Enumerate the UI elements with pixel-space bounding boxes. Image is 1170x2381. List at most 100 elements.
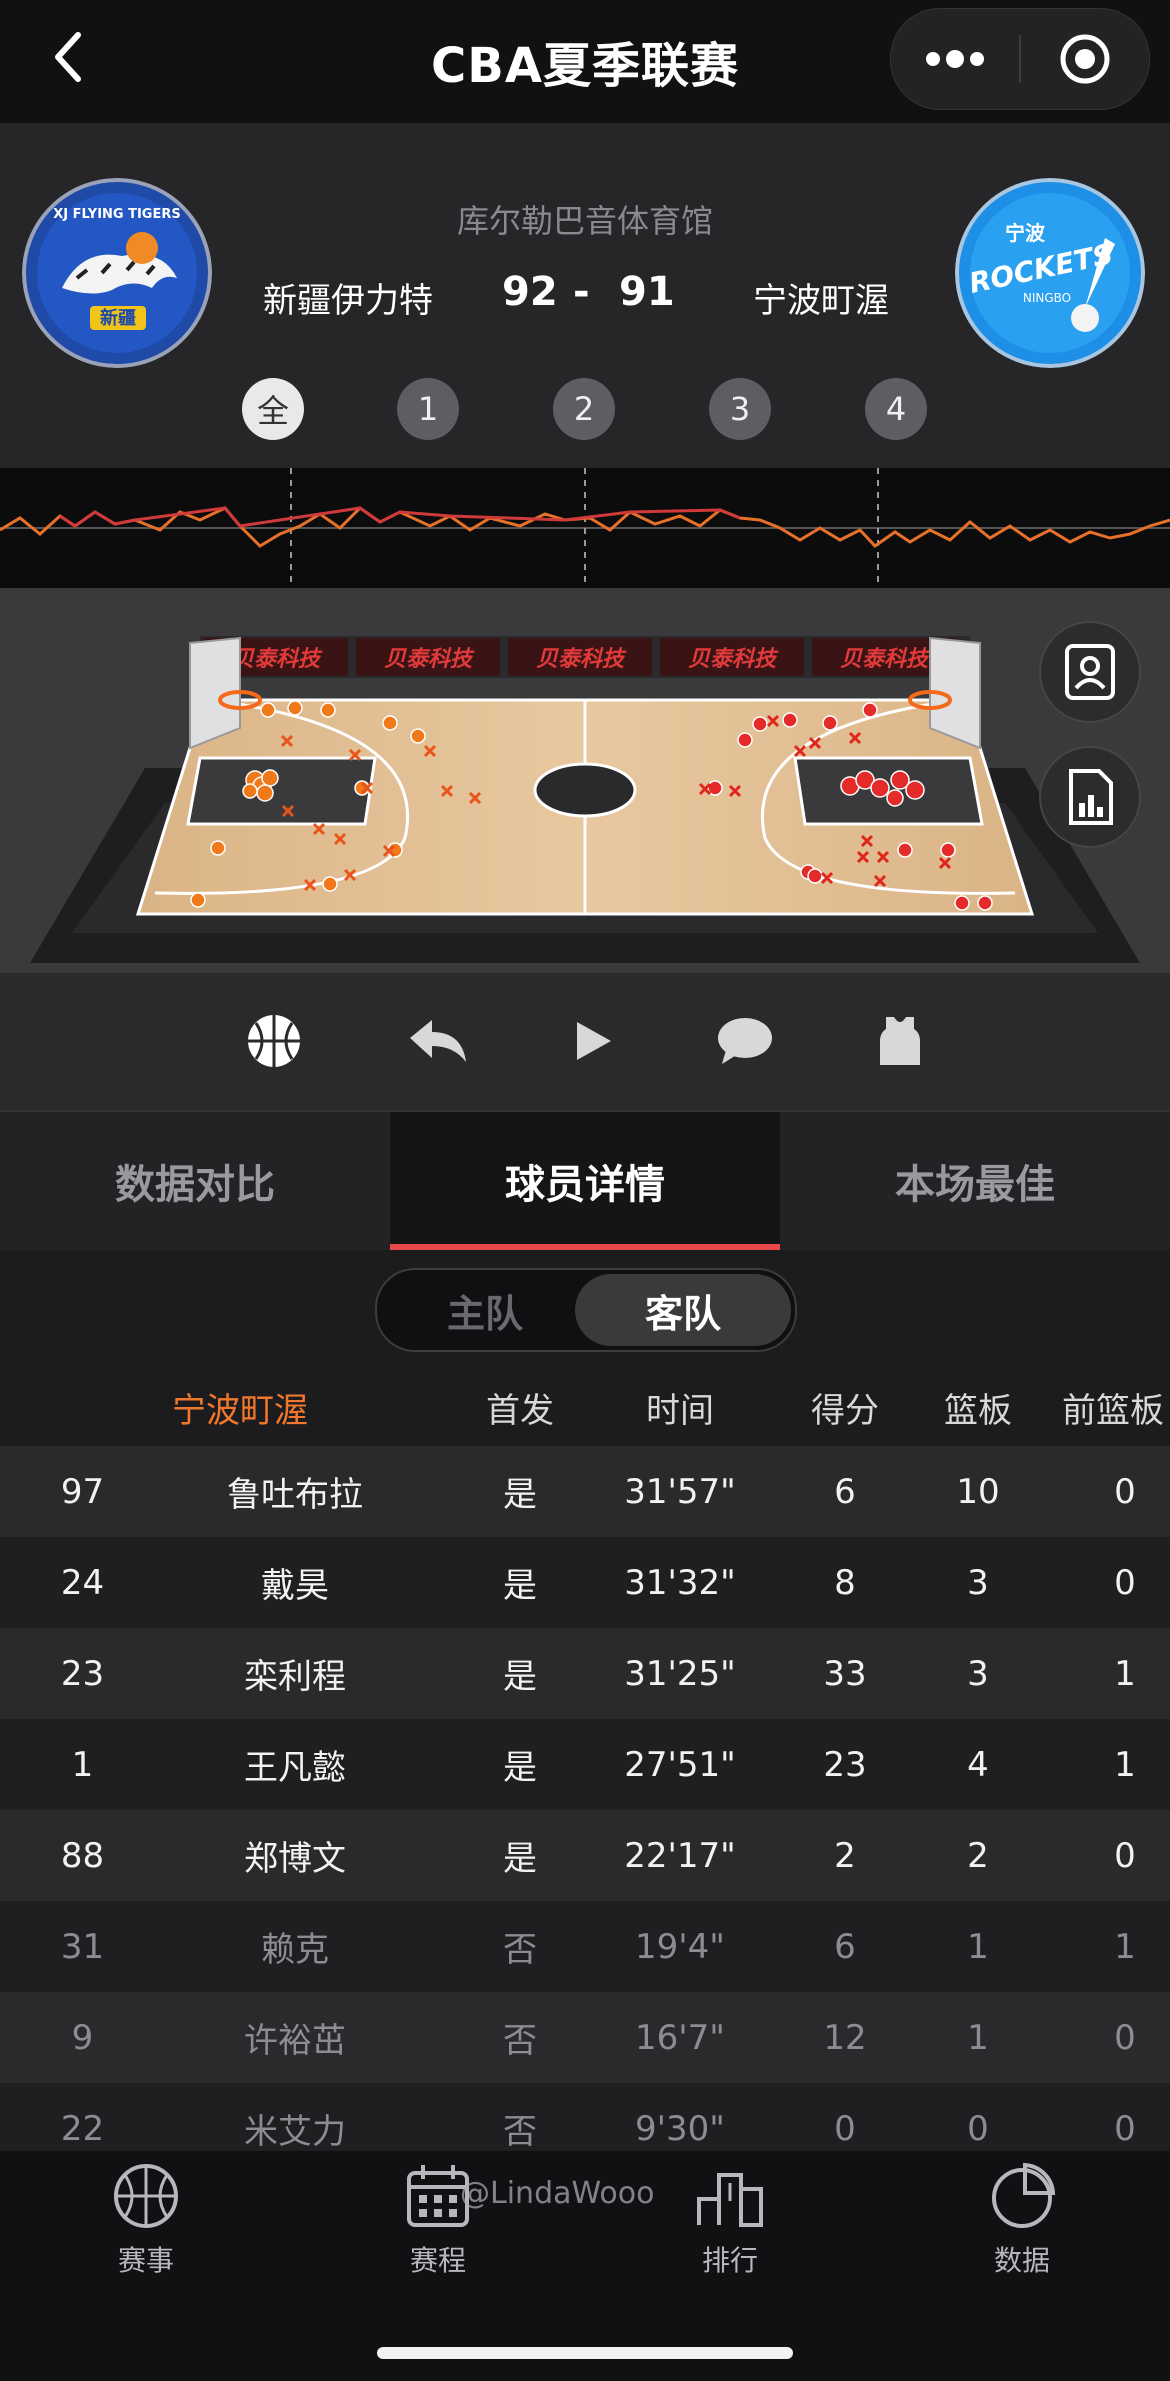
jersey-button[interactable] <box>862 1003 938 1079</box>
player-starter: 是 <box>503 1475 537 1515</box>
player-rebounds: 3 <box>967 1562 989 1603</box>
player-time: 31'32" <box>624 1562 736 1603</box>
sponsor-board-2: 贝泰科技 <box>384 647 475 672</box>
player-points: 12 <box>823 2017 867 2058</box>
svg-text:新疆: 新疆 <box>100 307 136 329</box>
player-offensive-rebounds: 1 <box>1114 1653 1136 1694</box>
comment-button[interactable] <box>707 1003 783 1079</box>
play-icon <box>577 1022 611 1060</box>
player-name: 戴昊 <box>261 1566 329 1606</box>
header-time: 时间 <box>646 1390 714 1431</box>
player-name: 许裕茁 <box>244 2021 346 2061</box>
player-name: 鲁吐布拉 <box>227 1475 363 1515</box>
close-program-button[interactable] <box>1021 9 1149 109</box>
player-time: 19'4" <box>635 1926 725 1967</box>
player-rebounds: 0 <box>967 2108 989 2149</box>
table-row[interactable]: 9 许裕茁 否 16'7" 12 1 0 <box>0 1992 1170 2083</box>
shot-chart-court: 贝泰科技 贝泰科技 贝泰科技 贝泰科技 贝泰科技 <box>0 588 1170 973</box>
player-offensive-rebounds: 0 <box>1114 2108 1136 2149</box>
top-navigation-bar: CBA夏季联赛 <box>0 0 1170 123</box>
play-button[interactable] <box>555 1003 631 1079</box>
player-points: 0 <box>834 2108 856 2149</box>
player-number: 22 <box>60 2108 105 2149</box>
team-switch-area: 主队 客队 <box>0 1250 1170 1368</box>
header-rebounds: 篮板 <box>944 1390 1012 1431</box>
player-card-button[interactable] <box>1039 621 1141 723</box>
home-indicator[interactable] <box>377 2347 793 2359</box>
player-card-icon <box>1065 644 1115 700</box>
player-time: 16'7" <box>635 2017 725 2058</box>
player-table-body: 97 鲁吐布拉 是 31'57" 6 10 0 24 戴昊 是 31'32" 8… <box>0 1446 1170 2151</box>
svg-text:NINGBO: NINGBO <box>1023 291 1071 305</box>
player-starter: 是 <box>503 1839 537 1879</box>
nav-item-events[interactable]: 赛事 <box>0 2161 292 2311</box>
nav-label-schedule: 赛程 <box>409 2244 466 2277</box>
away-team-logo[interactable]: 宁波 ROCKETS NINGBO <box>955 178 1145 368</box>
basketball-icon <box>248 1015 300 1067</box>
mini-program-capsule <box>890 8 1150 110</box>
player-rebounds: 1 <box>967 2017 989 2058</box>
table-row[interactable]: 24 戴昊 是 31'32" 8 3 0 <box>0 1537 1170 1628</box>
table-row[interactable]: 97 鲁吐布拉 是 31'57" 6 10 0 <box>0 1446 1170 1537</box>
away-team-name: 宁波町渥 <box>753 281 889 321</box>
rockets-logo-icon: 宁波 ROCKETS NINGBO <box>955 178 1145 368</box>
table-row[interactable]: 88 郑博文 是 22'17" 2 2 0 <box>0 1810 1170 1901</box>
player-number: 97 <box>60 1471 105 1512</box>
player-rebounds: 4 <box>967 1744 989 1785</box>
undo-icon <box>410 1020 466 1062</box>
player-offensive-rebounds: 0 <box>1114 1471 1136 1512</box>
undo-button[interactable] <box>400 1003 476 1079</box>
nav-item-data[interactable]: 数据 <box>876 2161 1168 2311</box>
player-offensive-rebounds: 1 <box>1114 1926 1136 1967</box>
segment-away-team[interactable]: 客队 <box>575 1274 791 1346</box>
player-time: 9'30" <box>635 2108 725 2149</box>
player-starter: 否 <box>503 2021 537 2061</box>
more-dots-icon <box>926 50 984 68</box>
nav-label-data: 数据 <box>993 2244 1050 2277</box>
tab-game-best[interactable]: 本场最佳 <box>780 1112 1170 1250</box>
player-points: 8 <box>834 1562 856 1603</box>
score-trend-chart <box>0 468 1170 588</box>
basketball-outline-icon <box>114 2164 178 2228</box>
team-segmented-control: 主队 客队 <box>375 1268 797 1352</box>
player-time: 22'17" <box>624 1835 736 1876</box>
sponsor-board-5: 贝泰科技 <box>840 647 931 672</box>
player-number: 31 <box>60 1926 105 1967</box>
score-separator: - <box>573 269 590 315</box>
quarter-button-all[interactable]: 全 <box>242 378 304 440</box>
stats-chart-button[interactable] <box>1039 746 1141 848</box>
basketball-button[interactable] <box>236 1003 312 1079</box>
player-number: 24 <box>60 1562 105 1603</box>
sponsor-board-3: 贝泰科技 <box>536 647 627 672</box>
player-number: 1 <box>71 1744 94 1785</box>
table-row[interactable]: 23 栾利程 是 31'25" 33 3 1 <box>0 1628 1170 1719</box>
tab-data-compare[interactable]: 数据对比 <box>0 1112 390 1250</box>
player-rebounds: 10 <box>956 1471 1000 1512</box>
player-name: 米艾力 <box>244 2112 346 2151</box>
pie-chart-icon <box>992 2162 1056 2228</box>
player-starter: 是 <box>503 1566 537 1606</box>
sponsor-board-4: 贝泰科技 <box>688 647 779 672</box>
table-row[interactable]: 22 米艾力 否 9'30" 0 0 0 <box>0 2083 1170 2151</box>
more-button[interactable] <box>891 9 1019 109</box>
player-rebounds: 2 <box>967 1835 989 1876</box>
quarter-button-4[interactable]: 4 <box>865 378 927 440</box>
playback-toolbar <box>0 973 1170 1110</box>
nav-label-ranking: 排行 <box>701 2244 758 2277</box>
player-offensive-rebounds: 0 <box>1114 2017 1136 2058</box>
quarter-button-1[interactable]: 1 <box>397 378 459 440</box>
quarter-button-3[interactable]: 3 <box>709 378 771 440</box>
player-offensive-rebounds: 0 <box>1114 1562 1136 1603</box>
home-team-name: 新疆伊力特 <box>263 281 433 321</box>
match-header: 新疆 XJ FLYING TIGERS 库尔勒巴音体育馆 新疆伊力特 92 - … <box>0 123 1170 468</box>
segment-home-team[interactable]: 主队 <box>381 1274 589 1346</box>
table-row[interactable]: 1 王凡懿 是 27'51" 23 4 1 <box>0 1719 1170 1810</box>
player-points: 33 <box>823 1653 867 1694</box>
player-starter: 否 <box>503 2112 537 2151</box>
player-starter: 否 <box>503 1930 537 1970</box>
quarter-button-2[interactable]: 2 <box>553 378 615 440</box>
table-row[interactable]: 31 赖克 否 19'4" 6 1 1 <box>0 1901 1170 1992</box>
watermark: @LindaWooo <box>460 2176 655 2211</box>
header-team-name: 宁波町渥 <box>172 1390 308 1431</box>
tab-player-details[interactable]: 球员详情 <box>390 1112 780 1250</box>
